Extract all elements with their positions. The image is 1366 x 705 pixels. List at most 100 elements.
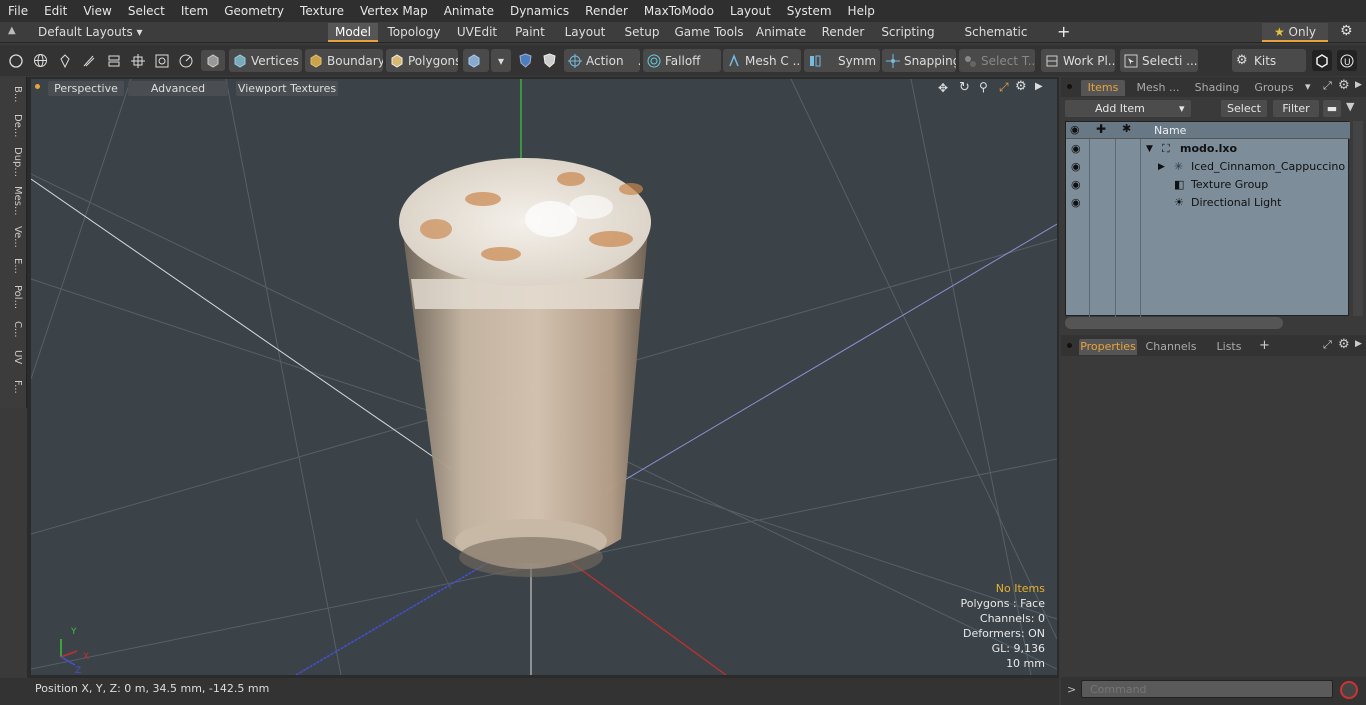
unreal-icon[interactable]: U bbox=[1337, 50, 1357, 71]
layout-settings-gear-icon[interactable]: ⚙ bbox=[1340, 23, 1353, 39]
eye-icon[interactable]: ◉ bbox=[1071, 140, 1081, 158]
tab-animate[interactable]: Animate bbox=[753, 23, 809, 42]
only-toggle[interactable]: ★ Only bbox=[1262, 23, 1328, 42]
viewport-menu-dot-icon[interactable] bbox=[35, 84, 40, 89]
tab-uvedit[interactable]: UVEdit bbox=[451, 23, 503, 42]
record-icon[interactable] bbox=[1340, 681, 1358, 699]
menu-vertex-map[interactable]: Vertex Map bbox=[352, 0, 436, 22]
props-menu-dot-icon[interactable] bbox=[1067, 343, 1072, 348]
props-gear-icon[interactable]: ⚙ bbox=[1338, 337, 1350, 352]
panel-gear-icon[interactable]: ⚙ bbox=[1338, 78, 1350, 93]
tab-scripting[interactable]: Scripting bbox=[877, 23, 939, 42]
menu-geometry[interactable]: Geometry bbox=[216, 0, 292, 22]
menu-render[interactable]: Render bbox=[577, 0, 636, 22]
collapse-icon[interactable]: ▬ bbox=[1323, 100, 1341, 117]
left-tab-polygon[interactable]: Pol... bbox=[3, 281, 23, 313]
expand-arrow-icon[interactable]: ▼ bbox=[1146, 140, 1153, 158]
render-header-icon[interactable]: ✱ bbox=[1122, 122, 1131, 135]
props-maximize-icon[interactable]: ⤢ bbox=[1323, 338, 1332, 352]
menu-item[interactable]: Item bbox=[173, 0, 216, 22]
frame-icon[interactable] bbox=[152, 50, 172, 71]
eye-icon[interactable]: ◉ bbox=[1071, 176, 1081, 194]
menu-texture[interactable]: Texture bbox=[292, 0, 352, 22]
item-row-scene[interactable]: ◉ ▼ ⛶ modo.lxo bbox=[1066, 140, 1350, 158]
panel-expand-icon[interactable]: ▶ bbox=[1355, 80, 1362, 90]
menu-animate[interactable]: Animate bbox=[436, 0, 502, 22]
menu-edit[interactable]: Edit bbox=[36, 0, 75, 22]
filter-button[interactable]: Filter bbox=[1273, 100, 1319, 117]
name-column-header[interactable]: Name bbox=[1154, 124, 1186, 137]
tab-topology[interactable]: Topology bbox=[383, 23, 445, 42]
expand-arrow-icon[interactable]: ▶ bbox=[1158, 158, 1165, 176]
viewport-gear-icon[interactable]: ⚙ bbox=[1015, 79, 1027, 94]
center-icon[interactable] bbox=[128, 50, 148, 71]
left-tab-mesh-edit[interactable]: Mes... bbox=[3, 183, 23, 219]
left-tab-vertex[interactable]: Ve... bbox=[3, 223, 23, 251]
selection-sets-button[interactable]: Selecti ... bbox=[1120, 49, 1198, 72]
default-layouts-dropdown[interactable]: Default Layouts ▾ bbox=[38, 25, 143, 39]
tab-game-tools[interactable]: Game Tools bbox=[671, 23, 747, 42]
action-center-button[interactable]: Action... bbox=[564, 49, 640, 72]
vertices-button[interactable]: Vertices bbox=[229, 49, 302, 72]
3d-viewport[interactable]: Y X Z Perspective Advanced Viewport Text… bbox=[31, 79, 1057, 675]
tab-channels[interactable]: Channels bbox=[1143, 339, 1199, 355]
panel-maximize-icon[interactable]: ⤢ bbox=[1323, 79, 1332, 93]
align-icon[interactable] bbox=[104, 50, 124, 71]
tab-groups[interactable]: Groups bbox=[1247, 80, 1301, 96]
polygons-button[interactable]: Polygons bbox=[386, 49, 458, 72]
add-tab-icon[interactable]: + bbox=[1057, 22, 1070, 41]
left-tab-basic[interactable]: B... bbox=[3, 81, 23, 107]
globe-icon[interactable] bbox=[30, 50, 50, 71]
item-row-light[interactable]: ◉ ☀ Directional Light bbox=[1066, 194, 1350, 212]
viewport-textures-dropdown[interactable]: Viewport Textures bbox=[236, 81, 338, 96]
work-plane-button[interactable]: Work Pl... bbox=[1041, 49, 1115, 72]
brush-icon[interactable] bbox=[79, 50, 99, 71]
add-tab-plus-icon[interactable]: + bbox=[1259, 338, 1270, 353]
tab-mesh[interactable]: Mesh ... bbox=[1131, 80, 1185, 96]
eye-icon[interactable]: ◉ bbox=[1071, 194, 1081, 212]
select-button[interactable]: Select bbox=[1221, 100, 1267, 117]
falloff-button[interactable]: Falloff bbox=[643, 49, 721, 72]
tabs-dropdown-icon[interactable]: ▾ bbox=[1305, 80, 1311, 93]
viewport-expand-icon[interactable]: ▶ bbox=[1035, 81, 1043, 92]
visibility-header-eye-icon[interactable]: ◉ bbox=[1070, 123, 1080, 136]
shield-icon[interactable] bbox=[539, 50, 559, 71]
command-input[interactable] bbox=[1081, 680, 1333, 698]
select-through-button[interactable]: Select T... bbox=[959, 49, 1035, 72]
item-row-mesh[interactable]: ◉ ▶ ✳ Iced_Cinnamon_Cappuccino bbox=[1066, 158, 1350, 176]
menu-system[interactable]: System bbox=[779, 0, 840, 22]
horizontal-scrollbar[interactable] bbox=[1065, 317, 1283, 329]
select-circle-icon[interactable] bbox=[6, 50, 26, 71]
tab-properties[interactable]: Properties bbox=[1079, 339, 1137, 355]
left-tab-duplicate[interactable]: Dup... bbox=[3, 145, 23, 179]
tab-schematic-fusion[interactable]: Schematic Fusion bbox=[945, 23, 1047, 58]
menu-help[interactable]: Help bbox=[840, 0, 883, 22]
maximize-view-icon[interactable]: ⤢ bbox=[999, 80, 1009, 95]
props-expand-icon[interactable]: ▶ bbox=[1355, 339, 1362, 349]
tab-shading[interactable]: Shading bbox=[1191, 80, 1243, 96]
move-view-icon[interactable]: ✥ bbox=[938, 81, 948, 95]
panel-menu-dot-icon[interactable] bbox=[1067, 84, 1072, 89]
menu-select[interactable]: Select bbox=[120, 0, 173, 22]
menu-file[interactable]: File bbox=[0, 0, 36, 22]
tab-render[interactable]: Render bbox=[815, 23, 871, 42]
menu-dynamics[interactable]: Dynamics bbox=[502, 0, 577, 22]
tab-model[interactable]: Model bbox=[328, 23, 378, 42]
tab-layout[interactable]: Layout bbox=[557, 23, 613, 42]
left-tab-edge[interactable]: E... bbox=[3, 255, 23, 277]
gauge-icon[interactable] bbox=[176, 50, 196, 71]
left-tab-curve[interactable]: C... bbox=[3, 317, 23, 341]
advanced-dropdown[interactable]: Advanced bbox=[128, 81, 228, 96]
tab-items[interactable]: Items bbox=[1081, 80, 1125, 96]
mode-dropdown[interactable]: ▾ bbox=[491, 49, 511, 72]
left-tab-uv[interactable]: UV bbox=[3, 345, 23, 369]
item-mode-button[interactable] bbox=[463, 49, 489, 72]
symmetry-button[interactable]: Symm ... bbox=[804, 49, 880, 72]
item-row-texture-group[interactable]: ◉ ◧ Texture Group bbox=[1066, 176, 1350, 194]
unity-icon[interactable] bbox=[1312, 50, 1332, 71]
filter-funnel-icon[interactable]: ▼ bbox=[1346, 100, 1354, 113]
rotate-view-icon[interactable]: ↻ bbox=[959, 80, 970, 95]
menu-maxtomodo[interactable]: MaxToModo bbox=[636, 0, 722, 22]
vertical-scrollbar[interactable] bbox=[1353, 121, 1363, 316]
layout-collapse-icon[interactable]: ▲ bbox=[8, 25, 16, 36]
